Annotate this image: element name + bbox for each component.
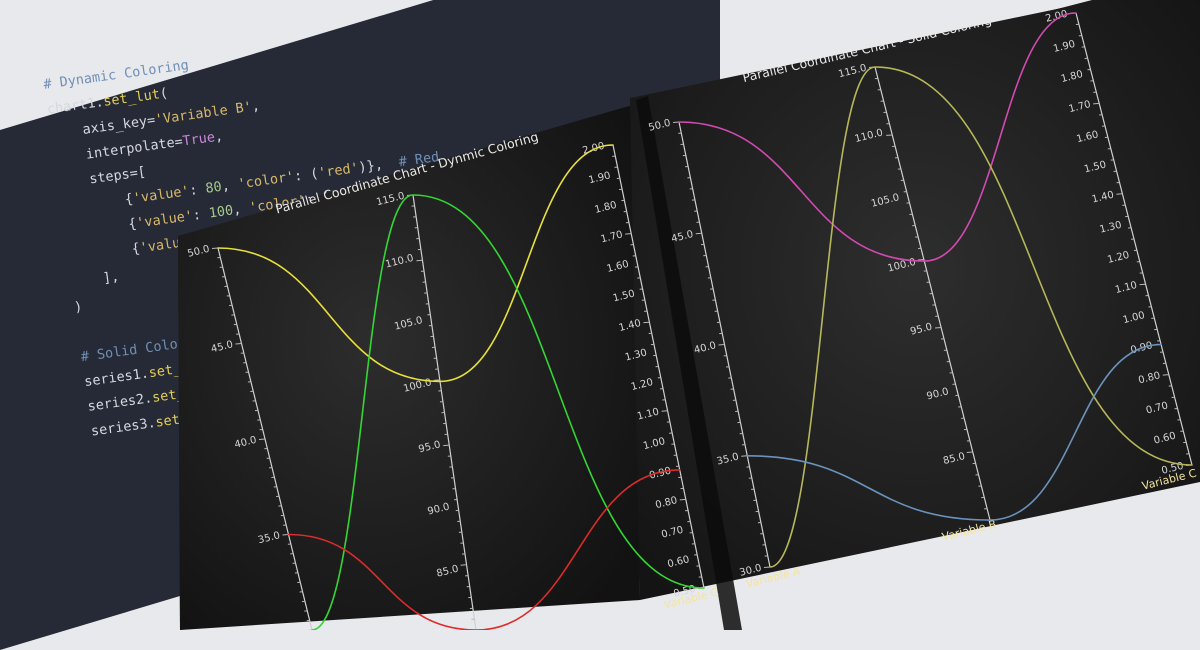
- charts-canvas: Parallel Coordinate Chart - Dynmic Color…: [0, 0, 1200, 630]
